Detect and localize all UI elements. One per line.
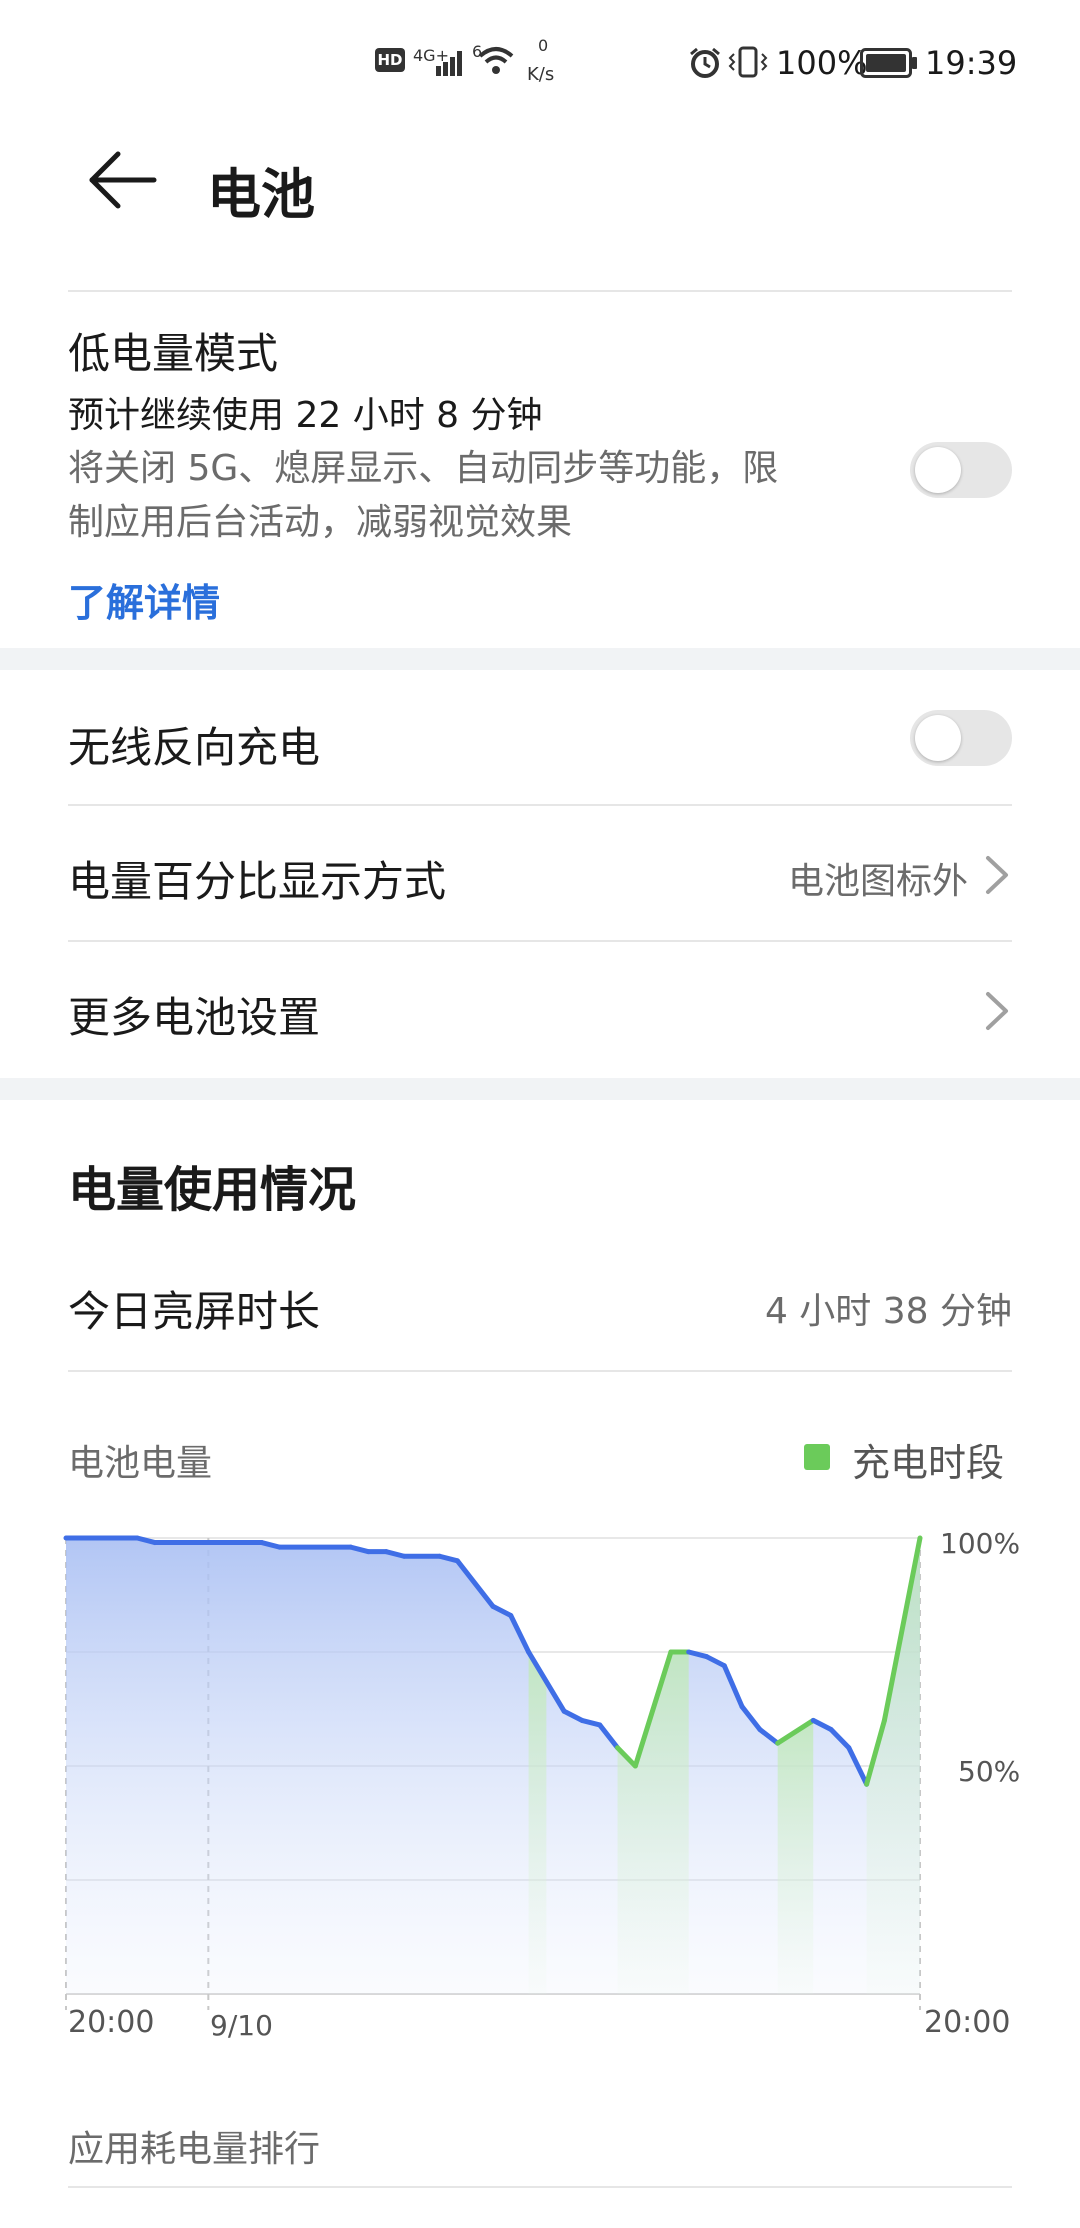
charging-area [866,1538,920,1994]
battery-percent: 100% [776,44,868,82]
section-gap [0,648,1080,670]
learn-more-link[interactable]: 了解详情 [68,572,220,627]
divider [68,940,1012,942]
charging-area [777,1720,814,1994]
back-button[interactable] [88,150,160,210]
legend-swatch-charging [804,1444,830,1470]
usage-section-title: 电量使用情况 [68,1162,357,1218]
hd-icon: HD [375,48,405,72]
vibrate-icon [728,46,768,78]
y-tick-label: 50% [958,1755,1021,1788]
toggle-knob [915,447,961,493]
more-battery-settings-title: 更多电池设置 [68,993,321,1042]
chevron-right-icon [986,992,1008,1030]
chevron-right-icon [986,856,1008,894]
section-gap [0,1078,1080,1100]
charging-area [528,1652,547,1994]
wireless-reverse-charge-toggle[interactable] [910,710,1012,766]
battery-icon [860,48,917,78]
legend-label-charging: 充电时段 [852,1441,1005,1485]
divider [68,2186,1012,2188]
net-speed-unit: K/s [527,64,555,85]
divider [68,804,1012,806]
app-ranking-title: 应用耗电量排行 [68,2129,321,2170]
wireless-reverse-charge-title: 无线反向充电 [68,723,321,772]
low-power-toggle[interactable] [910,442,1012,498]
x-tick-label: 20:00 [68,2005,155,2040]
x-tick-label: 9/10 [210,2009,273,2042]
wifi-icon [478,47,514,74]
percent-display-title: 电量百分比显示方式 [68,857,447,906]
low-power-title: 低电量模式 [68,329,279,378]
x-tick-label: 20:00 [924,2005,1011,2040]
divider [68,1370,1012,1372]
battery-level-chart [63,1535,923,2010]
low-power-description: 将关闭 5G、熄屏显示、自动同步等功能，限 制应用后台活动，减弱视觉效果 [68,442,868,550]
page-title: 电池 [207,163,315,226]
y-tick-label: 100% [940,1527,1021,1560]
low-power-description-line2: 制应用后台活动，减弱视觉效果 [68,502,573,543]
screen-time-label: 今日亮屏时长 [68,1287,321,1336]
arrow-left-icon [89,151,157,209]
low-power-estimate: 预计继续使用 22 小时 8 分钟 [68,395,543,436]
alarm-icon [690,47,720,78]
percent-display-value: 电池图标外 [787,861,968,902]
screen-time-value: 4 小时 38 分钟 [764,1291,1012,1332]
chart-title: 电池电量 [68,1443,213,1484]
net-speed-value: 0 [538,36,549,55]
status-time: 19:39 [925,44,1018,82]
low-power-description-line1: 将关闭 5G、熄屏显示、自动同步等功能，限 [68,448,779,489]
divider [68,290,1012,292]
toggle-knob [915,715,961,761]
